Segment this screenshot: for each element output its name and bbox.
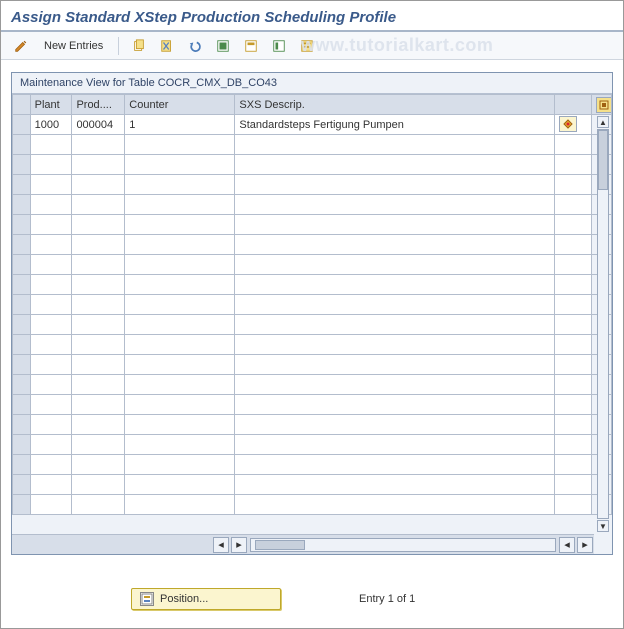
table-row[interactable] <box>13 395 612 415</box>
delete-button[interactable] <box>155 36 179 56</box>
table-row[interactable] <box>13 375 612 395</box>
table-grid: Plant Prod.... Counter SXS Descrip. 1000… <box>12 94 612 554</box>
row-selector[interactable] <box>13 495 31 515</box>
value-help-icon[interactable] <box>559 116 577 132</box>
row-selector[interactable] <box>13 275 31 295</box>
row-selector[interactable] <box>13 355 31 375</box>
table-row[interactable] <box>13 415 612 435</box>
table-row[interactable] <box>13 295 612 315</box>
table-row[interactable] <box>13 275 612 295</box>
panel-caption: Maintenance View for Table COCR_CMX_DB_C… <box>12 73 612 94</box>
row-selector[interactable] <box>13 155 31 175</box>
column-header-config[interactable] <box>592 95 612 115</box>
row-selector[interactable] <box>13 115 31 135</box>
row-selector[interactable] <box>13 435 31 455</box>
entry-counter-text: Entry 1 of 1 <box>359 593 415 605</box>
table-row[interactable] <box>13 315 612 335</box>
table-row[interactable] <box>13 335 612 355</box>
table-row[interactable] <box>13 195 612 215</box>
table-row[interactable] <box>13 255 612 275</box>
row-selector[interactable] <box>13 215 31 235</box>
select-block-button[interactable] <box>239 36 263 56</box>
row-selector[interactable] <box>13 455 31 475</box>
scroll-right-icon[interactable]: ◂ <box>559 537 575 553</box>
column-header-plant[interactable]: Plant <box>30 95 72 115</box>
table-configure-button[interactable] <box>295 36 319 56</box>
scroll-track[interactable] <box>597 129 609 519</box>
copy-as-button[interactable] <box>127 36 151 56</box>
column-header-prod[interactable]: Prod.... <box>72 95 125 115</box>
row-selector[interactable] <box>13 195 31 215</box>
hscroll-track[interactable] <box>250 538 556 552</box>
undo-change-button[interactable] <box>183 36 207 56</box>
scroll-up-icon[interactable]: ▲ <box>597 116 609 128</box>
select-all-button[interactable] <box>211 36 235 56</box>
toggle-display-change-button[interactable] <box>9 36 33 56</box>
row-selector[interactable] <box>13 235 31 255</box>
table-row[interactable] <box>13 355 612 375</box>
table-row[interactable] <box>13 175 612 195</box>
row-selector[interactable] <box>13 135 31 155</box>
table-row[interactable] <box>13 435 612 455</box>
row-selector[interactable] <box>13 295 31 315</box>
table-row[interactable] <box>13 155 612 175</box>
page-title: Assign Standard XStep Production Schedul… <box>1 1 623 32</box>
row-selector[interactable] <box>13 475 31 495</box>
scroll-left-icon[interactable]: ▸ <box>231 537 247 553</box>
scroll-first-icon[interactable]: ◂ <box>213 537 229 553</box>
cell-action[interactable] <box>554 115 591 135</box>
row-selector[interactable] <box>13 395 31 415</box>
footer-bar: Position... Entry 1 of 1 <box>1 588 623 610</box>
row-selector[interactable] <box>13 255 31 275</box>
table-row[interactable] <box>13 475 612 495</box>
new-entries-button[interactable]: New Entries <box>37 36 110 56</box>
table-row[interactable] <box>13 455 612 475</box>
table-row[interactable]: 1000 000004 1 Standardsteps Fertigung Pu… <box>13 115 612 135</box>
column-header-counter[interactable]: Counter <box>125 95 235 115</box>
row-selector[interactable] <box>13 315 31 335</box>
toolbar-separator <box>118 37 119 55</box>
row-selector-header <box>13 95 31 115</box>
column-header-action <box>554 95 591 115</box>
column-header-sxs[interactable]: SXS Descrip. <box>235 95 554 115</box>
maintenance-view-panel: Maintenance View for Table COCR_CMX_DB_C… <box>11 72 613 555</box>
row-selector[interactable] <box>13 175 31 195</box>
horizontal-scrollbar[interactable]: ◂ ▸ ◂ ▸ <box>12 534 594 554</box>
table-header-row: Plant Prod.... Counter SXS Descrip. <box>13 95 612 115</box>
vertical-scrollbar[interactable]: ▲ ▼ <box>596 116 610 532</box>
deselect-all-button[interactable] <box>267 36 291 56</box>
table-row[interactable] <box>13 235 612 255</box>
hscroll-thumb[interactable] <box>255 540 305 550</box>
table-settings-icon[interactable] <box>596 97 611 113</box>
position-button[interactable]: Position... <box>131 588 281 610</box>
cell-plant[interactable]: 1000 <box>30 115 72 135</box>
scroll-last-icon[interactable]: ▸ <box>577 537 593 553</box>
table-row[interactable] <box>13 215 612 235</box>
data-table: Plant Prod.... Counter SXS Descrip. 1000… <box>12 94 612 515</box>
row-selector[interactable] <box>13 335 31 355</box>
table-row[interactable] <box>13 495 612 515</box>
position-button-label: Position... <box>160 593 208 605</box>
cell-sxs[interactable]: Standardsteps Fertigung Pumpen <box>235 115 554 135</box>
application-toolbar: New Entries <box>1 32 623 60</box>
cell-prod[interactable]: 000004 <box>72 115 125 135</box>
scroll-down-icon[interactable]: ▼ <box>597 520 609 532</box>
row-selector[interactable] <box>13 415 31 435</box>
cell-counter[interactable]: 1 <box>125 115 235 135</box>
position-icon <box>140 592 154 606</box>
scroll-thumb[interactable] <box>598 130 608 190</box>
row-selector[interactable] <box>13 375 31 395</box>
table-row[interactable] <box>13 135 612 155</box>
